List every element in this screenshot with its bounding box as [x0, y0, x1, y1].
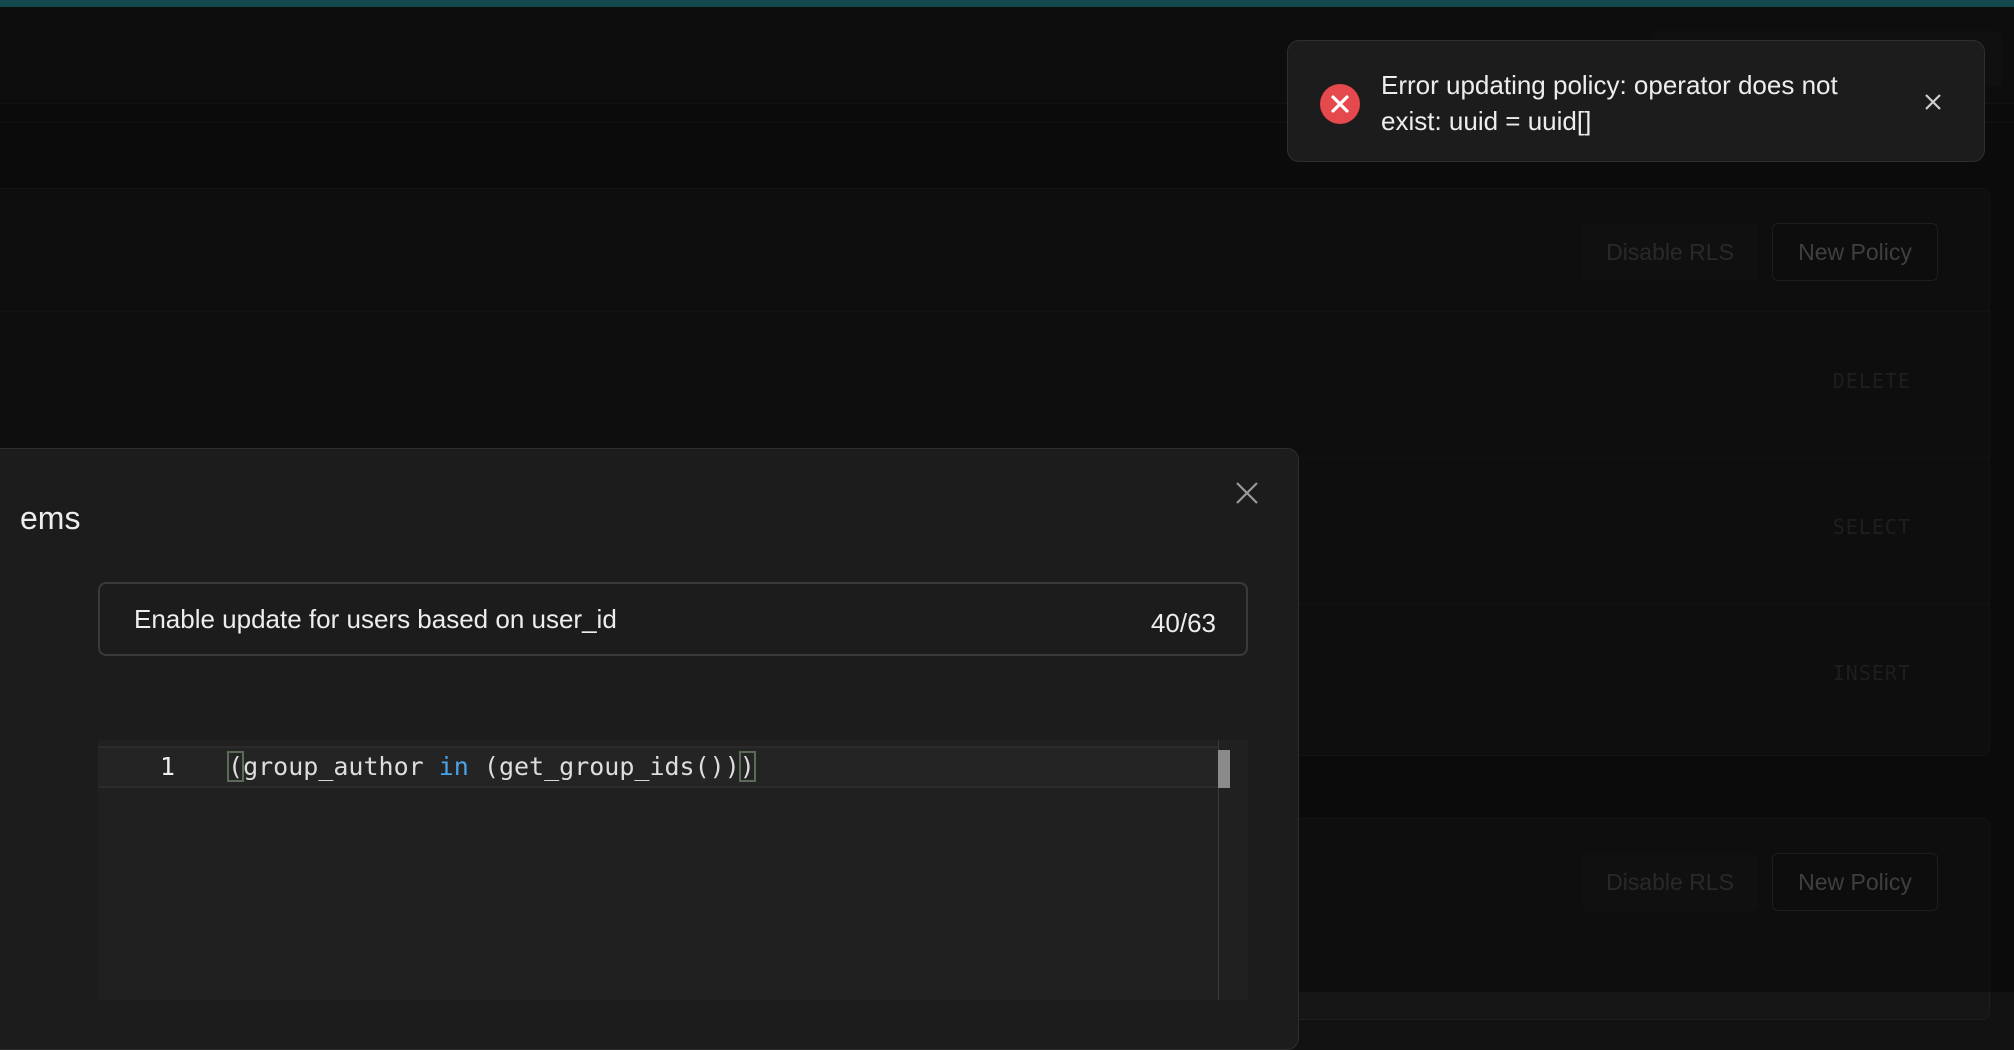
close-icon[interactable] [1918, 87, 1948, 117]
toast-message: Error updating policy: operator does not… [1381, 70, 1838, 136]
editor-scroll-thumb[interactable] [1218, 750, 1230, 788]
code-line[interactable]: (group_author in (get_group_ids())) [226, 751, 756, 782]
line-number: 1 [160, 752, 176, 781]
error-toast: Error updating policy: operator does not… [1287, 40, 1985, 162]
close-icon[interactable] [1232, 478, 1262, 508]
error-x-icon [1320, 84, 1360, 124]
modal-title: ems [20, 500, 81, 536]
policy-name-value[interactable]: Enable update for users based on user_id [134, 604, 617, 635]
policy-name-input[interactable]: Enable update for users based on user_id… [98, 582, 1248, 656]
character-counter: 40/63 [1150, 608, 1216, 638]
sql-editor[interactable]: 1 (group_author in (get_group_ids())) [98, 740, 1248, 1000]
